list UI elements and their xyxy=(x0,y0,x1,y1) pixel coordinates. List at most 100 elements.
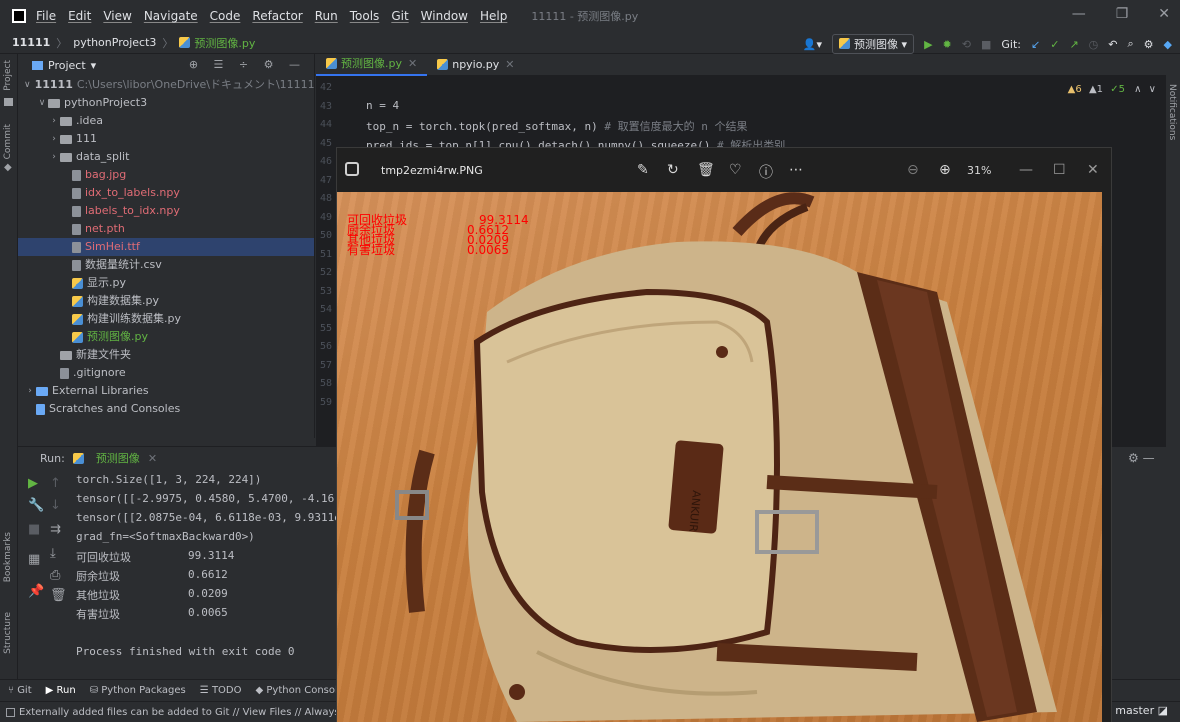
bottom-tool-python-consol[interactable]: ◆ Python Consol xyxy=(256,685,338,696)
tree-item[interactable]: bag.jpg xyxy=(18,166,314,184)
edit-image-icon[interactable]: ✎ xyxy=(637,162,649,178)
tree-item[interactable]: 新建文件夹 xyxy=(18,346,314,364)
tree-item[interactable]: › 111 xyxy=(18,130,314,148)
bottom-tool-run[interactable]: ▶ Run xyxy=(46,685,76,696)
tree-item[interactable]: ∨ pythonProject3 xyxy=(18,94,314,112)
breadcrumb-file[interactable]: 预测图像.py xyxy=(194,35,255,51)
close-icon[interactable]: ✕ xyxy=(148,452,157,465)
menu-item-navigate[interactable]: Navigate xyxy=(144,9,198,23)
run-icon[interactable]: ▶ xyxy=(924,38,932,51)
menu-item-tools[interactable]: Tools xyxy=(350,9,380,23)
run-configuration-select[interactable]: 预测图像 ▾ xyxy=(832,34,915,54)
stop-icon[interactable]: ■ xyxy=(981,38,991,51)
bottom-tool-python-packages[interactable]: ⛁ Python Packages xyxy=(90,685,186,696)
tree-item[interactable]: .gitignore xyxy=(18,364,314,382)
project-tool-tab[interactable]: Project xyxy=(3,60,13,91)
tree-item[interactable]: Scratches and Consoles xyxy=(18,400,314,418)
bottom-tool-todo[interactable]: ☰ TODO xyxy=(200,685,242,696)
maximize-icon[interactable]: ☐ xyxy=(1053,162,1066,178)
zoom-in-icon[interactable]: ⊕ xyxy=(939,162,951,178)
down-icon[interactable]: ↓ xyxy=(50,498,61,513)
tree-item[interactable]: ∨ 11111 C:\Users\libor\OneDrive\ドキュメント\111… xyxy=(18,76,314,94)
menu-item-code[interactable]: Code xyxy=(210,9,241,23)
wrench-icon[interactable]: 🔧 xyxy=(28,498,44,513)
tree-item[interactable]: 数据量统计.csv xyxy=(18,256,314,274)
project-panel-title[interactable]: Project xyxy=(48,59,86,72)
undo-icon[interactable]: ↶ xyxy=(1108,38,1117,51)
delete-icon[interactable]: 🗑 xyxy=(697,162,715,178)
print-icon[interactable]: ⎙ xyxy=(50,568,60,583)
minimize-icon[interactable]: — xyxy=(1072,6,1086,22)
search-icon[interactable]: ⌕ xyxy=(1127,37,1133,51)
bottom-tool-git[interactable]: ⑂ Git xyxy=(8,685,32,696)
stop-icon[interactable]: ■ xyxy=(28,522,40,537)
notifications-tool-tab[interactable]: Notifications xyxy=(1167,84,1177,140)
user-icon[interactable]: 👤▾ xyxy=(803,38,822,51)
structure-tool-tab[interactable]: Structure xyxy=(3,612,13,654)
rotate-icon[interactable]: ↻ xyxy=(667,162,679,178)
tree-item[interactable]: idx_to_labels.npy xyxy=(18,184,314,202)
tree-item[interactable]: SimHei.ttf xyxy=(18,238,314,256)
plugin-icon[interactable]: ◆ xyxy=(1164,38,1172,51)
breadcrumb-project[interactable]: pythonProject3 xyxy=(73,36,156,49)
chevron-right-icon[interactable]: › xyxy=(24,382,36,400)
soft-wrap-icon[interactable]: ⇉ xyxy=(50,522,61,537)
close-icon[interactable]: ✕ xyxy=(505,54,514,76)
status-message[interactable]: Externally added files can be added to G… xyxy=(19,707,362,718)
menu-item-refactor[interactable]: Refactor xyxy=(252,9,302,23)
tree-item[interactable]: labels_to_idx.npy xyxy=(18,202,314,220)
inspection-widget[interactable]: ▲6 ▲1 ✓5 ∧ ∨ xyxy=(1068,84,1156,95)
commit-tool-tab[interactable]: Commit xyxy=(3,124,13,159)
layout-icon[interactable]: ▦ xyxy=(28,552,40,567)
git-push-icon[interactable]: ↗ xyxy=(1069,38,1078,51)
menu-item-git[interactable]: Git xyxy=(391,9,408,23)
breadcrumb-root[interactable]: 11111 xyxy=(12,36,50,49)
chevron-down-icon[interactable]: ∨ xyxy=(1149,84,1156,95)
menu-item-help[interactable]: Help xyxy=(480,9,507,23)
favorite-icon[interactable]: ♡ xyxy=(729,162,742,178)
rerun-icon[interactable]: ▶ xyxy=(28,476,38,491)
close-icon[interactable]: ✕ xyxy=(1087,162,1099,178)
tree-item[interactable]: › .idea xyxy=(18,112,314,130)
chevron-down-icon[interactable]: ∨ xyxy=(36,94,48,112)
up-icon[interactable]: ↑ xyxy=(50,476,61,491)
coverage-icon[interactable]: ⟲ xyxy=(962,38,971,51)
tree-item[interactable]: › data_split xyxy=(18,148,314,166)
close-icon[interactable]: ✕ xyxy=(1158,6,1170,22)
minimize-icon[interactable]: — xyxy=(1019,162,1033,178)
chevron-right-icon[interactable]: › xyxy=(48,112,60,130)
tree-item[interactable]: net.pth xyxy=(18,220,314,238)
settings-icon[interactable]: ⚙ xyxy=(1144,38,1154,51)
chevron-right-icon[interactable]: › xyxy=(48,130,60,148)
git-commit-icon[interactable]: ✓ xyxy=(1050,38,1059,51)
chevron-right-icon[interactable]: › xyxy=(48,148,60,166)
pin-icon[interactable]: 📌 xyxy=(28,584,44,599)
menu-item-window[interactable]: Window xyxy=(421,9,468,23)
debug-icon[interactable]: ✹ xyxy=(943,38,952,51)
scroll-end-icon[interactable]: ⤓ xyxy=(50,546,56,561)
editor-tab[interactable]: 预测图像.py ✕ xyxy=(316,53,428,76)
git-history-icon[interactable]: ◷ xyxy=(1089,38,1099,51)
tree-item[interactable]: 预测图像.py xyxy=(18,328,314,346)
menu-item-run[interactable]: Run xyxy=(315,9,338,23)
editor-tab[interactable]: npyio.py ✕ xyxy=(427,54,524,76)
menu-item-edit[interactable]: Edit xyxy=(68,9,91,23)
tree-item[interactable]: › External Libraries xyxy=(18,382,314,400)
run-tab[interactable]: 预测图像 xyxy=(96,450,140,466)
restore-icon[interactable]: ❐ xyxy=(1116,6,1129,22)
tree-item[interactable]: 显示.py xyxy=(18,274,314,292)
more-icon[interactable]: ⋯ xyxy=(789,162,803,178)
chevron-up-icon[interactable]: ∧ xyxy=(1134,84,1141,95)
trash-icon[interactable]: 🗑 xyxy=(50,588,67,603)
git-branch[interactable]: ⑂ master ◪ xyxy=(1105,704,1168,717)
close-icon[interactable]: ✕ xyxy=(408,53,417,75)
project-panel-tools[interactable]: ⊕ ☰ ÷ ⚙ — xyxy=(189,58,306,71)
menu-item-file[interactable]: File xyxy=(36,9,56,23)
tree-item[interactable]: 构建训练数据集.py xyxy=(18,310,314,328)
git-update-icon[interactable]: ↙ xyxy=(1031,38,1040,51)
menu-item-view[interactable]: View xyxy=(103,9,131,23)
bookmarks-tool-tab[interactable]: Bookmarks xyxy=(3,532,13,582)
zoom-out-icon[interactable]: ⊖ xyxy=(907,162,919,178)
chevron-down-icon[interactable]: ▾ xyxy=(91,59,97,72)
info-icon[interactable]: ⓘ xyxy=(759,162,773,182)
